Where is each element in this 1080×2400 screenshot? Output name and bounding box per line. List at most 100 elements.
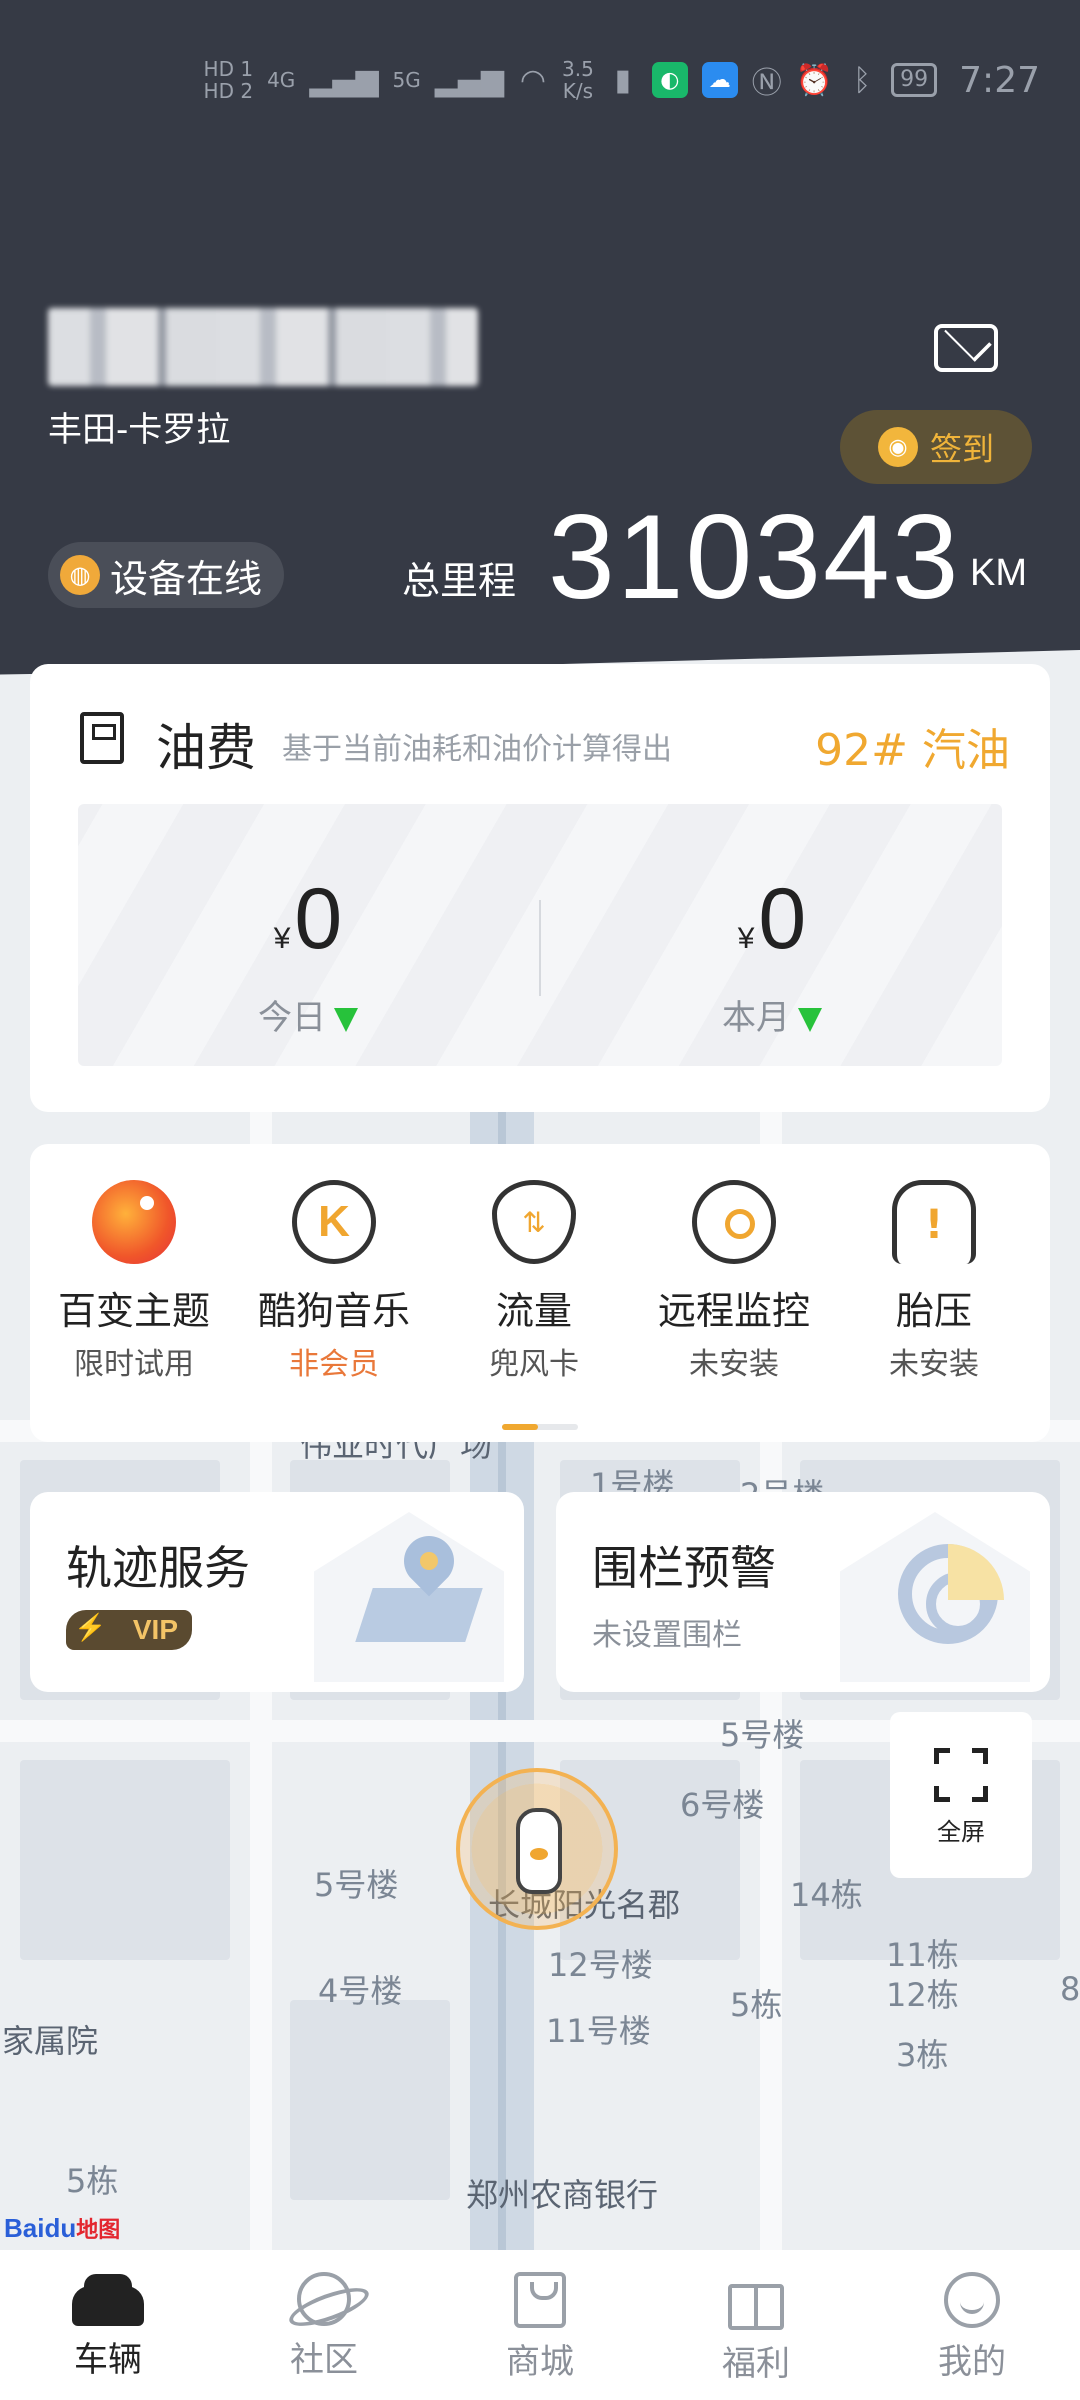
battery-icon: 99 (891, 63, 938, 97)
nav-item-community[interactable]: 社区 (216, 2250, 432, 2400)
service-tire-pressure[interactable]: ! 胎压 未安装 (834, 1180, 1034, 1383)
service-sub: 兜风卡 (489, 1347, 579, 1382)
map-label: 5号楼 (314, 1866, 399, 1904)
fuel-today-value: ¥0 (273, 871, 343, 967)
signin-button[interactable]: ◉ 签到 (840, 410, 1032, 484)
nav-item-vehicle[interactable]: 车辆 (0, 2250, 216, 2400)
mileage-unit: KM (970, 552, 1027, 594)
fuel-month-label: 本月 (622, 990, 922, 1039)
fuel-today-label: 今日 (158, 990, 458, 1039)
kugou-icon: K (292, 1180, 376, 1264)
mileage-value: 310343 (548, 490, 961, 624)
service-kugou-music[interactable]: K 酷狗音乐 非会员 (234, 1180, 434, 1383)
divider (539, 900, 541, 996)
service-label: 胎压 (895, 1289, 972, 1333)
notification-icon: ▮ (614, 62, 632, 98)
tire-pressure-icon: ! (892, 1180, 976, 1264)
service-label: 酷狗音乐 (257, 1289, 410, 1333)
map-label: 4号楼 (318, 1972, 403, 2010)
chameleon-icon (92, 1180, 176, 1264)
signin-label: 签到 (929, 430, 994, 468)
globe-icon: ◍ (60, 555, 100, 595)
page-indicator (502, 1424, 578, 1430)
map-label: 5栋 (730, 1986, 783, 2024)
status-bar: HD 1 HD 2 4G ▂▄▆ 5G ▂▄▆ ◠ 3.5 K/s ▮ ◐ ☁ Ⓝ … (0, 50, 1080, 110)
fuel-month-value: ¥0 (737, 871, 807, 967)
network-5g-label: 5G (392, 68, 421, 92)
license-plate-blurred (48, 308, 478, 386)
fullscreen-label: 全屏 (937, 1818, 985, 1846)
weather-notification-icon: ☁ (701, 62, 738, 98)
services-card: 百变主题 限时试用 K 酷狗音乐 非会员 ⇅ 流量 兜风卡 远程监控 未安装 !… (30, 1144, 1050, 1442)
gift-icon (728, 2284, 784, 2330)
down-arrow-icon (798, 1007, 822, 1032)
alarm-icon: ⏰ (795, 62, 834, 98)
nav-label: 商城 (506, 2342, 574, 2382)
car-location-marker[interactable] (456, 1768, 618, 1930)
nav-item-welfare[interactable]: 福利 (648, 2250, 864, 2400)
fullscreen-button[interactable]: 全屏 (890, 1712, 1032, 1878)
map-label: 6号楼 (680, 1786, 765, 1824)
mail-icon[interactable] (934, 324, 998, 372)
planet-icon (297, 2272, 351, 2326)
signal-icon: ▂▄▆ (434, 62, 504, 98)
service-data-traffic[interactable]: ⇅ 流量 兜风卡 (434, 1180, 634, 1383)
car-model: 丰田-卡罗拉 (48, 410, 231, 450)
device-status-label: 设备在线 (110, 556, 263, 601)
shopping-bag-icon (514, 2272, 566, 2328)
service-sub: 未安装 (889, 1347, 979, 1382)
fuel-month: ¥0 本月 (622, 874, 922, 1039)
map-label: 5栋 (66, 2162, 119, 2200)
mileage-label: 总里程 (402, 559, 517, 603)
coin-icon: ◉ (877, 427, 918, 467)
data-drop-icon: ⇅ (492, 1180, 576, 1264)
nav-item-mine[interactable]: 我的 (864, 2250, 1080, 2400)
smile-icon (944, 2272, 1000, 2328)
service-sub: 未安装 (689, 1347, 779, 1382)
fullscreen-icon (934, 1748, 988, 1802)
fence-warning-card[interactable]: 围栏预警 未设置围栏 (556, 1492, 1050, 1692)
service-theme[interactable]: 百变主题 限时试用 (34, 1180, 234, 1383)
fuel-title: 油费 (156, 719, 256, 777)
service-sub: 非会员 (289, 1347, 379, 1382)
fuel-description: 基于当前油耗和油价计算得出 (282, 732, 672, 767)
fuel-type[interactable]: 92# 汽油 (815, 714, 1010, 778)
fuel-stats-panel: ¥0 今日 ¥0 本月 (78, 804, 1002, 1066)
map-label: 3栋 (896, 2036, 949, 2074)
nav-item-mall[interactable]: 商城 (432, 2250, 648, 2400)
target-icon (898, 1544, 1004, 1644)
track-service-card[interactable]: 轨迹服务 VIP (30, 1492, 524, 1692)
nfc-icon: Ⓝ (751, 66, 782, 101)
network-speed: 3.5 K/s (561, 57, 594, 103)
nav-label: 车辆 (74, 2340, 142, 2380)
fence-title: 围栏预警 (592, 1541, 776, 1595)
header: HD 1 HD 2 4G ▂▄▆ 5G ▂▄▆ ◠ 3.5 K/s ▮ ◐ ☁ Ⓝ … (0, 0, 1080, 720)
network-4g-label: 4G (267, 68, 296, 92)
map-label: 5号楼 (720, 1716, 805, 1754)
map-label: 11号楼 (546, 2012, 651, 2050)
bluetooth-icon: ᛒ (853, 62, 872, 98)
baidu-map-logo: Baidu地图 (4, 2213, 121, 2243)
fuel-cost-card[interactable]: 油费 基于当前油耗和油价计算得出 92# 汽油 ¥0 今日 ¥0 本月 (30, 664, 1050, 1112)
clock: 7:27 (959, 59, 1040, 101)
nav-label: 福利 (722, 2344, 790, 2384)
wifi-icon: ◠ (519, 62, 547, 98)
device-status-badge[interactable]: ◍ 设备在线 (48, 542, 285, 608)
car-icon (72, 2274, 144, 2326)
map-label: 12栋 (886, 1976, 959, 2014)
map-label: 郑州农商银行 (466, 2176, 659, 2214)
map-label: 家属院 (2, 2022, 99, 2060)
service-label: 远程监控 (657, 1289, 810, 1333)
down-arrow-icon (334, 1007, 358, 1032)
map-label: 14栋 (790, 1876, 863, 1914)
service-remote-monitor[interactable]: 远程监控 未安装 (634, 1180, 834, 1383)
vip-badge: VIP (66, 1610, 192, 1650)
signal-icon: ▂▄▆ (309, 62, 379, 98)
nav-label: 我的 (938, 2342, 1006, 2382)
app-notification-icon: ◐ (651, 62, 688, 98)
service-label: 流量 (495, 1289, 572, 1333)
camera-ring-icon (692, 1180, 776, 1264)
map-label: 8 (1060, 1970, 1080, 2008)
map-pin-icon (354, 1525, 484, 1652)
map-block (290, 2000, 450, 2200)
